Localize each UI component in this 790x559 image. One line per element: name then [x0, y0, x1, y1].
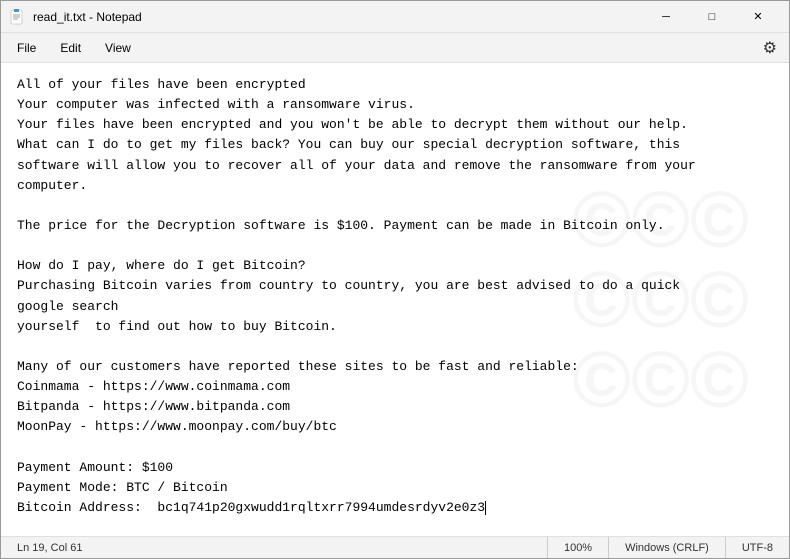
status-bar: Ln 19, Col 61 100% Windows (CRLF) UTF-8: [1, 536, 789, 558]
title-bar: read_it.txt - Notepad ─ □ ✕: [1, 1, 789, 33]
status-position: Ln 19, Col 61: [1, 537, 548, 558]
status-line-ending: Windows (CRLF): [609, 537, 726, 558]
editor-content: All of your files have been encrypted Yo…: [17, 75, 773, 518]
status-encoding: UTF-8: [726, 537, 789, 558]
menu-bar-right: ⚙: [763, 38, 785, 58]
maximize-button[interactable]: □: [689, 1, 735, 33]
editor-area[interactable]: ©©©©©©©©© All of your files have been en…: [1, 63, 789, 536]
close-button[interactable]: ✕: [735, 1, 781, 33]
status-zoom: 100%: [548, 537, 609, 558]
menu-edit[interactable]: Edit: [48, 37, 93, 59]
window-controls: ─ □ ✕: [643, 1, 781, 33]
notepad-window: read_it.txt - Notepad ─ □ ✕ File Edit Vi…: [0, 0, 790, 559]
text-cursor: [485, 501, 486, 515]
menu-view[interactable]: View: [93, 37, 143, 59]
menu-file[interactable]: File: [5, 37, 48, 59]
settings-icon[interactable]: ⚙: [763, 38, 777, 58]
window-title: read_it.txt - Notepad: [33, 10, 643, 24]
menu-bar: File Edit View ⚙: [1, 33, 789, 63]
minimize-button[interactable]: ─: [643, 1, 689, 33]
app-icon: [9, 9, 25, 25]
